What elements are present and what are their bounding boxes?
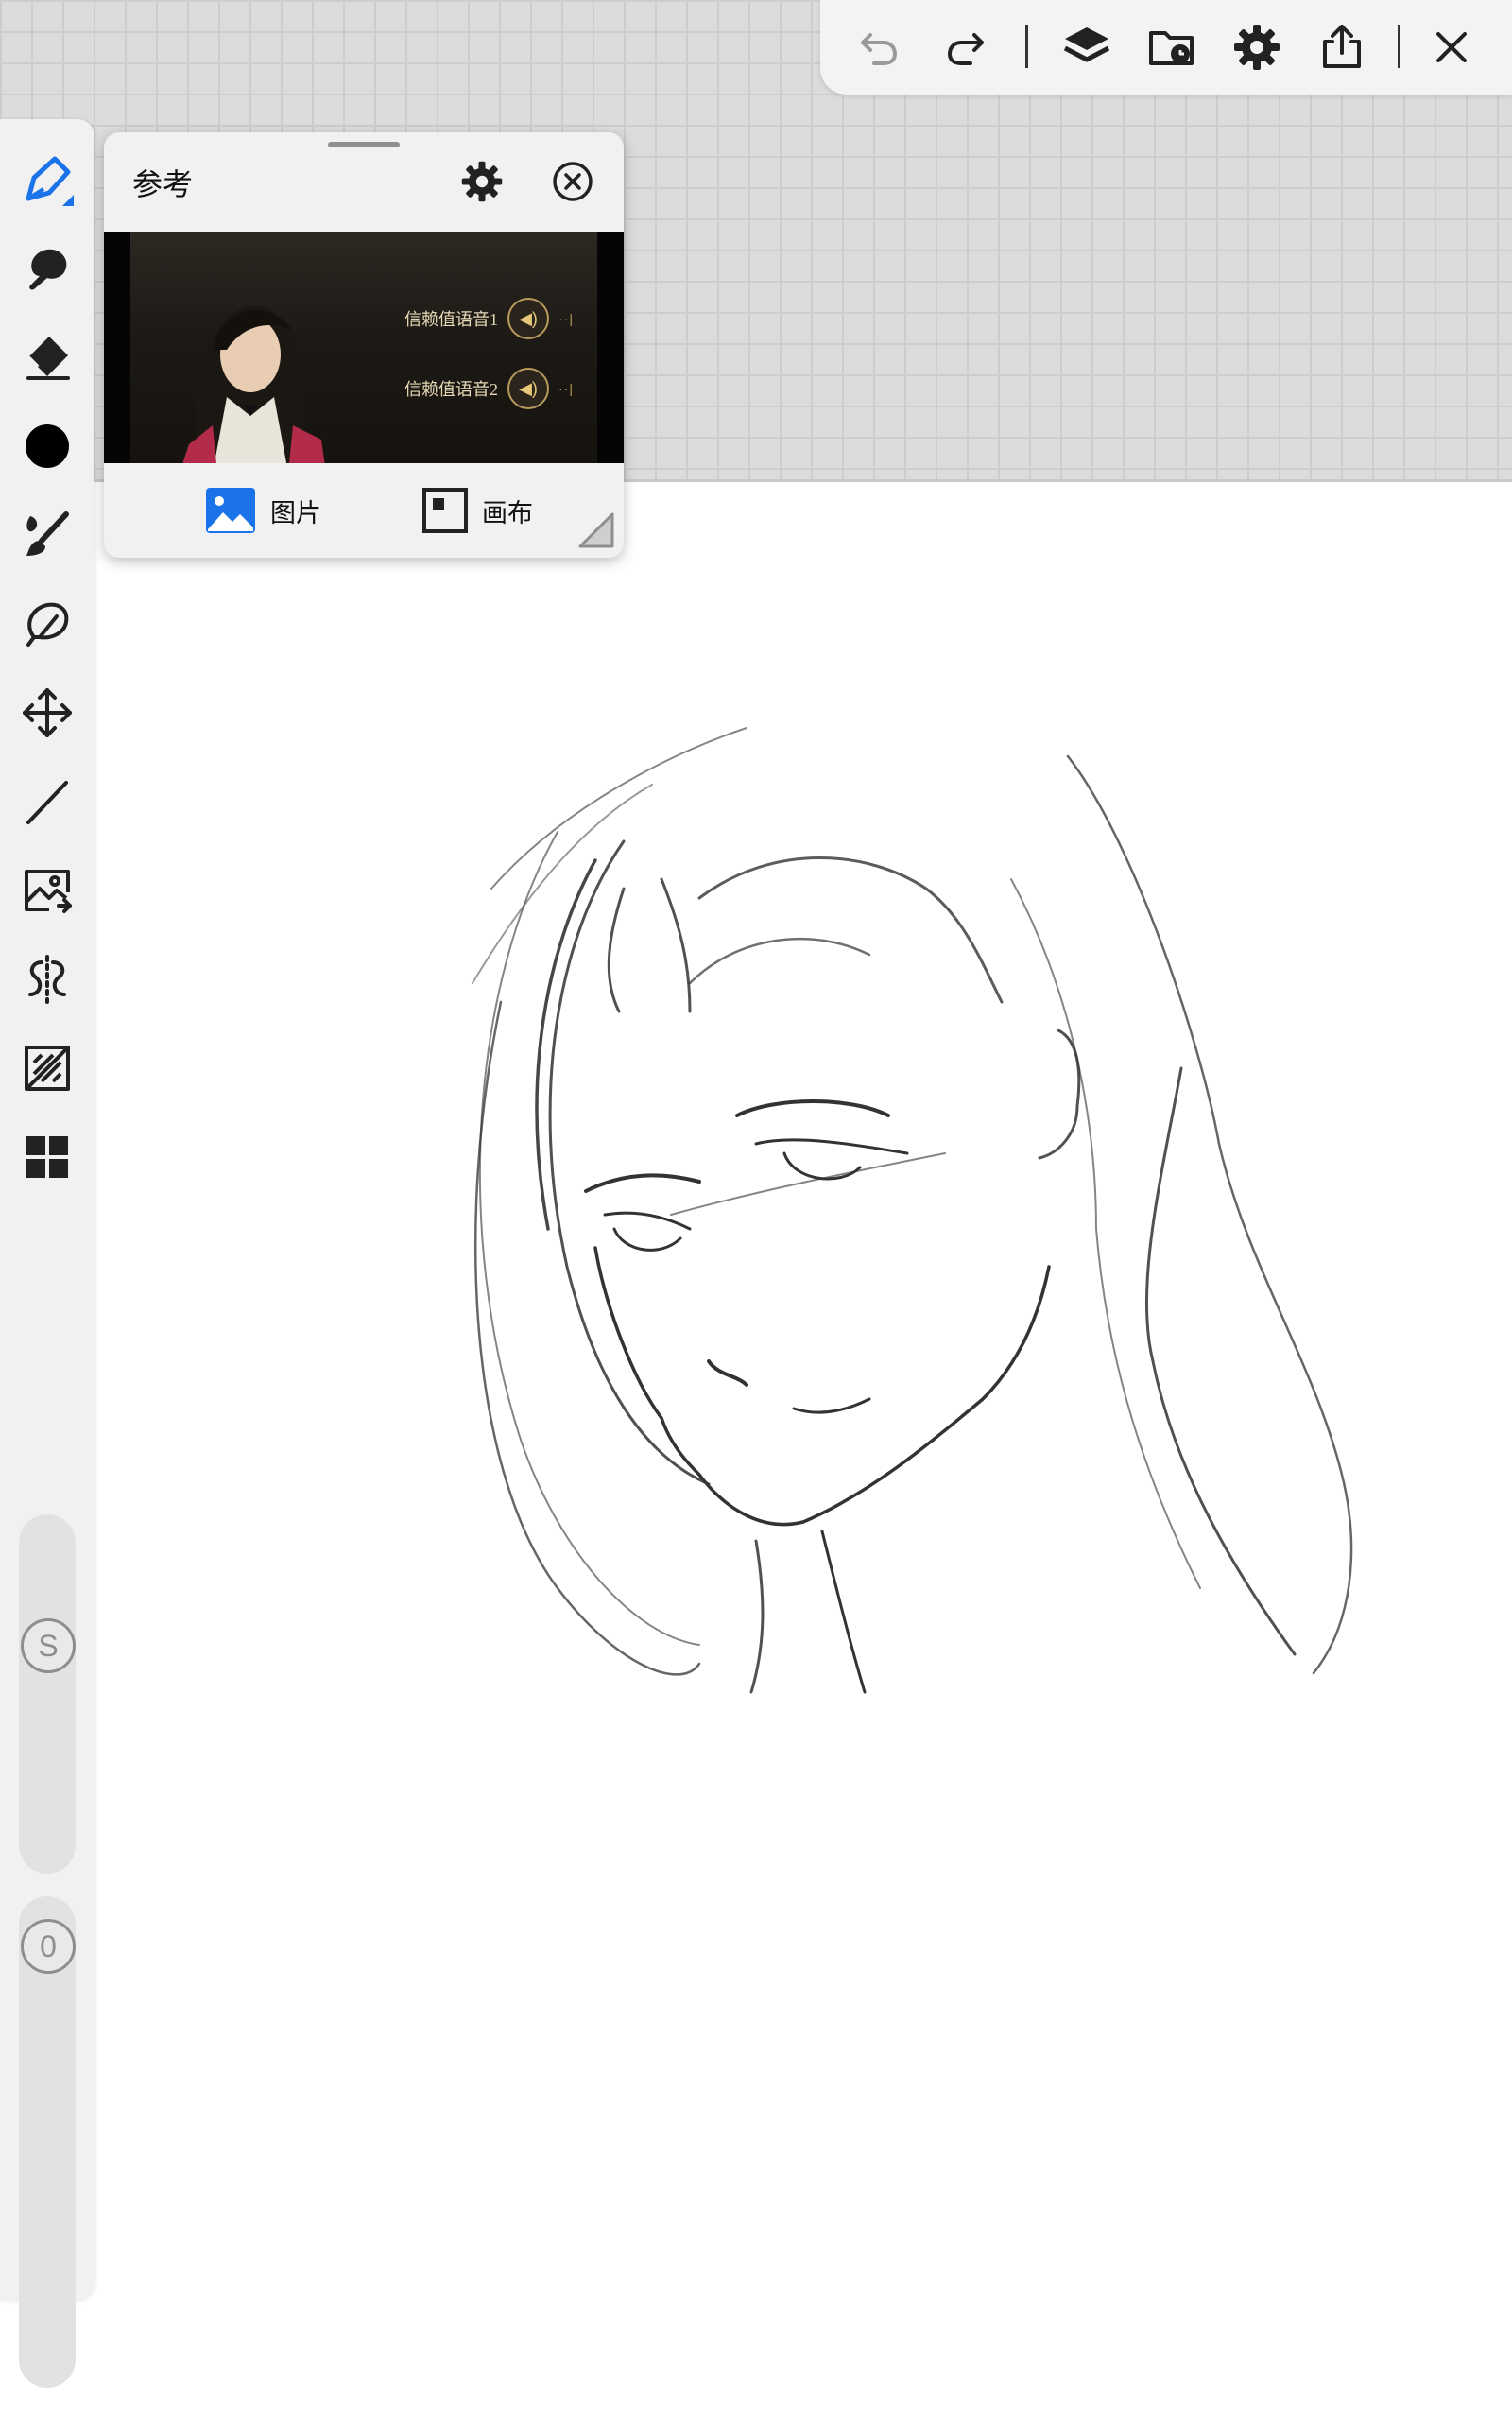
opacity-slider-knob[interactable]: 0 [21,1919,76,1974]
stroke-hair-right-1 [1066,754,1353,1675]
brush-size-slider-knob[interactable]: S [21,1618,76,1673]
voice-row-2: 信赖值语音2 ◀) ··| [404,368,574,409]
image-icon [206,488,255,533]
stroke-hair-top-arc [490,727,747,890]
tab-image-label: 图片 [270,498,321,527]
more-icon[interactable] [15,1125,79,1189]
stroke-neck-2 [749,1539,765,1694]
brush-icon[interactable] [15,147,79,212]
settings-icon[interactable] [1228,19,1285,76]
gallery-folder-icon[interactable] [1143,19,1200,76]
transform-icon[interactable] [15,681,79,745]
brush-size-slider[interactable]: S [19,1514,76,1874]
stroke-nose [707,1359,748,1387]
image-letterbox-right [597,232,624,463]
undo-icon[interactable] [850,19,907,76]
stroke-hair-outer-left-2 [478,831,700,1646]
redo-icon[interactable] [937,19,994,76]
close-circle-icon[interactable] [548,157,597,206]
left-toolbar: S 0 [0,119,94,2388]
tab-canvas-label: 画布 [482,498,533,527]
eraser-icon[interactable] [15,325,79,389]
reference-panel[interactable]: 参考 信赖值语音1 ◀) ··| 信赖值语音2 ◀) ··| 图片 画布 [104,132,624,558]
adjust-icon[interactable] [15,1036,79,1100]
stroke-eye-left [603,1211,692,1252]
drag-handle[interactable] [328,142,400,147]
stroke-eye-right [754,1138,909,1181]
stroke-jawline [697,1265,1051,1527]
stroke-face-line [670,1152,946,1216]
toolbar-divider [1025,25,1028,68]
voice-label-2: 信赖值语音2 [404,380,498,399]
image-letterbox-left [104,232,130,463]
stroke-bangs-4 [688,937,871,985]
smudge-icon[interactable] [15,236,79,301]
tab-canvas[interactable]: 画布 [421,486,533,535]
lasso-icon[interactable] [15,592,79,656]
stroke-hair-left-strand-2 [535,858,597,1231]
stroke-bangs-1 [660,877,692,1013]
stroke-neck-1 [820,1530,867,1694]
stroke-brow-right [735,1099,890,1117]
speaker-icon: ◀) [507,298,549,339]
stroke-brow-left [584,1173,701,1193]
voice-row-1: 信赖值语音1 ◀) ··| [404,298,574,339]
opacity-slider[interactable]: 0 [19,1896,76,2388]
reference-panel-title: 参考 [132,167,194,201]
speaker-icon: ◀) [507,368,549,409]
brush-library-icon[interactable] [15,503,79,567]
tab-image[interactable]: 图片 [204,486,321,535]
stroke-hair-top-arc-2 [472,784,653,984]
reference-image[interactable]: 信赖值语音1 ◀) ··| 信赖值语音2 ◀) ··| [104,232,624,463]
stroke-hair-outer-left [473,1000,701,1676]
character-portrait [182,305,325,463]
line-icon[interactable] [15,769,79,834]
share-icon[interactable] [1314,19,1370,76]
voice-label-1: 信赖值语音1 [404,310,498,329]
layers-icon[interactable] [1058,19,1115,76]
sound-wave-icon: ··| [558,381,574,396]
stroke-hair-right-2 [1144,1066,1297,1656]
reference-tabs: 图片 画布 [104,463,624,558]
resize-handle-icon[interactable] [575,509,618,552]
settings-icon[interactable] [457,157,507,206]
sound-wave-icon: ··| [558,311,574,326]
top-toolbar [820,0,1512,95]
stroke-hair-right-3 [1010,878,1201,1589]
color-icon[interactable] [15,414,79,478]
symmetry-icon[interactable] [15,947,79,1011]
toolbar-divider [1398,25,1400,68]
stroke-bangs-3 [697,856,1004,1004]
close-icon[interactable] [1423,19,1480,76]
sketch-drawing[interactable] [416,700,1436,1872]
stroke-bangs-2 [607,887,626,1013]
stroke-mouth [792,1397,871,1414]
stroke-ear [1038,1028,1081,1160]
canvas-icon [422,488,468,533]
stroke-hair-left-strand [548,839,711,1486]
reference-image-icon[interactable] [15,858,79,923]
